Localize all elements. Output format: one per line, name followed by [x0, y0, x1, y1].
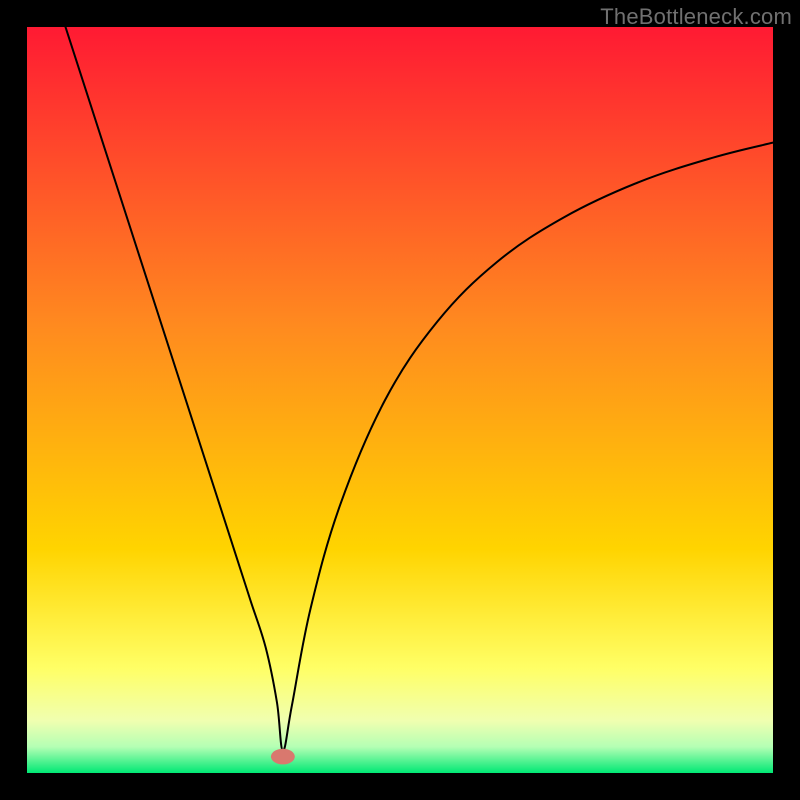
chart-svg: [27, 27, 773, 773]
chart-frame: TheBottleneck.com: [0, 0, 800, 800]
minimum-marker: [271, 749, 295, 765]
plot-area: [27, 27, 773, 773]
gradient-background: [27, 27, 773, 773]
